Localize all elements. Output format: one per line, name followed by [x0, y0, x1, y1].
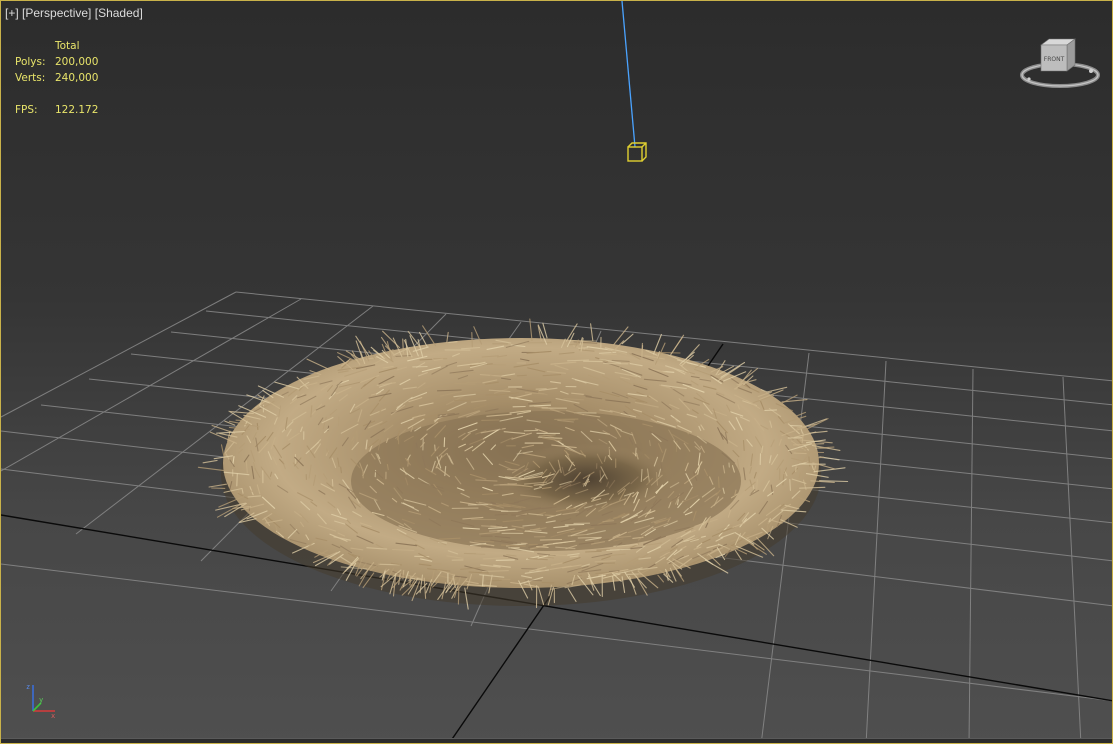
straw-strand [675, 440, 678, 452]
straw-strand [402, 338, 404, 354]
straw-strand [717, 476, 720, 489]
straw-strand [640, 468, 643, 483]
straw-strand [764, 409, 778, 412]
straw-strand [220, 444, 225, 457]
straw-strand [597, 562, 616, 565]
straw-strand [471, 331, 473, 348]
viewcube-face-label: FRONT [1044, 56, 1065, 63]
viewport-shading-menu[interactable]: [Shaded] [95, 6, 143, 20]
straw-strand [524, 579, 542, 582]
straw-strand [766, 386, 788, 393]
straw-strand [795, 451, 825, 454]
straw-strand [235, 419, 252, 422]
straw-strand [585, 550, 602, 553]
straw-strand [803, 418, 829, 432]
straw-strand [446, 331, 449, 343]
straw-strand [793, 452, 807, 455]
straw-strand [634, 447, 637, 457]
statistics-overlay: Total Polys: 200,000 Verts: 240,000 FPS: 12… [15, 38, 98, 118]
scene-canvas[interactable] [1, 1, 1113, 744]
viewport-view-menu[interactable]: [Perspective] [22, 6, 91, 20]
straw-strand [490, 525, 503, 528]
verts-label: Verts: [15, 72, 46, 84]
straw-strand [590, 323, 594, 342]
straw-strand [808, 456, 811, 467]
viewcube-icon[interactable]: FRONT [1017, 35, 1103, 97]
straw-strand [419, 562, 442, 565]
straw-strand [202, 459, 218, 464]
straw-strand [487, 363, 507, 366]
straw-strand [539, 538, 563, 541]
svg-text:x: x [51, 712, 55, 720]
straw-strand [419, 358, 433, 361]
straw-strand [612, 326, 629, 346]
svg-text:z: z [26, 683, 30, 691]
stats-header: Total [55, 40, 80, 52]
polys-value: 200,000 [55, 56, 99, 68]
straw-strand [653, 333, 662, 355]
straw-strand [535, 569, 546, 572]
fps-value: 122.172 [55, 104, 99, 116]
straw-strand [306, 358, 330, 370]
straw-strand [621, 333, 634, 345]
straw-strand [789, 478, 791, 491]
straw-strand [236, 472, 238, 487]
svg-text:y: y [39, 696, 43, 704]
straw-strand [535, 388, 547, 390]
straw-strand [516, 374, 527, 377]
viewport-bottom-strip [1, 738, 1112, 743]
straw-strand [742, 439, 745, 452]
viewport-label-menu: [+] [Perspective] [Shaded] [5, 6, 143, 20]
straw-strand [544, 514, 557, 517]
straw-strand [345, 350, 362, 361]
straw-strand [434, 444, 436, 451]
axis-tripod-icon: z y x [26, 683, 55, 720]
straw-strand [457, 584, 460, 605]
straw-strand [340, 466, 342, 474]
target-light[interactable] [621, 1, 647, 162]
fps-label: FPS: [15, 104, 38, 116]
viewport-plus-menu[interactable]: [+] [5, 6, 19, 20]
straw-strand [641, 342, 643, 357]
light-target-box [627, 142, 647, 162]
straw-strand [670, 334, 685, 355]
light-target-line [621, 1, 636, 148]
perspective-viewport[interactable]: [+] [Perspective] [Shaded] Total Polys: 2… [0, 0, 1113, 744]
polys-label: Polys: [15, 56, 46, 68]
straw-strand [542, 322, 548, 339]
verts-value: 240,000 [55, 72, 99, 84]
straw-nest[interactable] [197, 318, 849, 610]
